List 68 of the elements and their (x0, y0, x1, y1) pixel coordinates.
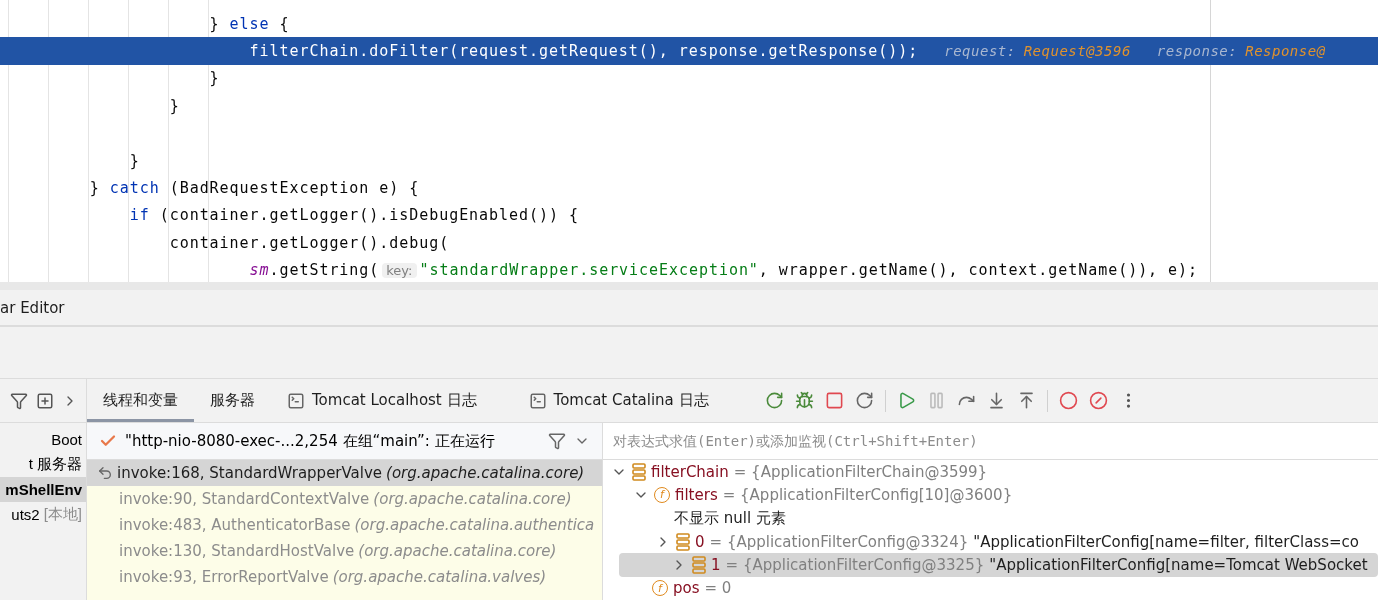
code-line: } catch (BadRequestException e) { (88, 178, 421, 200)
rerun-icon[interactable] (764, 391, 784, 410)
frame-package: (org.apache.catalina.valves) (332, 568, 547, 586)
bug-icon[interactable] (794, 391, 814, 410)
sidebar-item[interactable]: t 服务器 (0, 452, 86, 477)
variable-name: filters (675, 486, 718, 504)
add-icon[interactable] (36, 391, 54, 410)
code-line: } (168, 95, 181, 117)
frame-package: (org.apache.catalina.core) (386, 464, 585, 482)
note-text: 不显示 null 元素 (674, 508, 786, 528)
thread-selector[interactable]: "http-nio-8080-exec-...2,254 在组“main”: 正在运行 (87, 423, 602, 460)
object-icon (676, 532, 690, 551)
variable-name: 1 (711, 555, 721, 574)
object-icon (692, 555, 706, 574)
item-suffix: [本地] (43, 505, 82, 524)
frame-method: invoke:90, StandardContextValve (119, 490, 370, 508)
frame-method: invoke:483, AuthenticatorBase (119, 516, 351, 534)
mute-breakpoints-icon[interactable] (1088, 391, 1108, 410)
sidebar-item[interactable]: mShellEnv (0, 477, 86, 502)
stack-frame[interactable]: invoke:168, StandardWrapperValve (org.apache.catalina.core) (87, 460, 602, 486)
sidebar-item[interactable]: uts2 [本地] (0, 502, 86, 527)
string-value: "ApplicationFilterConfig[name=filter, filterClass=co (973, 532, 1359, 551)
tab[interactable]: Tomcat Catalina 日志 (512, 382, 725, 422)
code-line: sm.getString( key: "standardWrapper.serviceException", wrapper.getName(), context.getName()), e); (248, 260, 1199, 282)
object-icon (632, 462, 646, 481)
restart-icon[interactable] (854, 391, 874, 410)
stop-icon[interactable] (824, 391, 844, 410)
code-line: } else { (208, 13, 291, 35)
return-icon (97, 465, 113, 481)
variable-name: filterChain (651, 462, 729, 481)
item-label: uts2 (11, 506, 40, 523)
tab-label[interactable]: ar Editor (0, 298, 65, 317)
code-line: } (128, 150, 141, 172)
code-line: } (208, 68, 221, 90)
sidebar-item[interactable]: Boot (0, 427, 86, 452)
breakpoints-icon[interactable] (1058, 391, 1078, 410)
variable-value: = {ApplicationFilterChain@3599} (733, 462, 988, 481)
tab[interactable]: 服务器 (194, 382, 271, 422)
console-icon (287, 391, 305, 410)
frame-package: (org.apache.catalina.authentica (354, 516, 595, 534)
code-line: container.getLogger().debug( (168, 232, 451, 254)
variable-name: pos (673, 579, 700, 598)
frame-method: invoke:93, ErrorReportValve (119, 568, 329, 586)
filter-icon[interactable] (10, 391, 28, 410)
item-label: mShellEnv (5, 481, 82, 498)
item-label: t 服务器 (28, 455, 82, 474)
item-label: Boot (51, 431, 82, 448)
code-line: if (container.getLogger().isDebugEnabled()) { (128, 205, 580, 227)
frame-package: (org.apache.catalina.core) (373, 490, 572, 508)
variable-row[interactable]: 不显示 null 元素 (603, 506, 1378, 530)
thread-label: "http-nio-8080-exec-...2,254 在组“main”: 正在运行 (125, 431, 496, 451)
variable-row[interactable]: f pos = 0 (603, 576, 1378, 600)
frame-method: invoke:130, StandardHostValve (119, 542, 355, 560)
variable-row[interactable]: f filters = {ApplicationFilterConfig[10]@3600} (603, 483, 1378, 507)
variable-row[interactable]: 1 = {ApplicationFilterConfig@3325} "ApplicationFilterConfig[name=Tomcat WebSocket (619, 553, 1378, 577)
tab[interactable]: Tomcat Localhost 日志 (271, 382, 493, 422)
frame-method: invoke:168, StandardWrapperValve (117, 464, 383, 482)
variable-row[interactable]: filterChain = {ApplicationFilterChain@3599} (603, 460, 1378, 484)
variable-row[interactable]: 0 = {ApplicationFilterConfig@3324} "ApplicationFilterConfig[name=filter, filterClass=co (603, 530, 1378, 554)
console-icon (528, 391, 547, 410)
variable-name: 0 (695, 532, 705, 551)
filter-icon[interactable] (548, 432, 566, 450)
string-value: "ApplicationFilterConfig[name=Tomcat WebSocket (989, 555, 1368, 574)
variable-value: = {ApplicationFilterConfig@3324} (709, 532, 969, 551)
variable-value: = {ApplicationFilterConfig[10]@3600} (722, 486, 1013, 504)
variable-value: = 0 (704, 579, 732, 598)
frame-package: (org.apache.catalina.core) (358, 542, 557, 560)
variable-value: = {ApplicationFilterConfig@3325} (725, 555, 985, 574)
